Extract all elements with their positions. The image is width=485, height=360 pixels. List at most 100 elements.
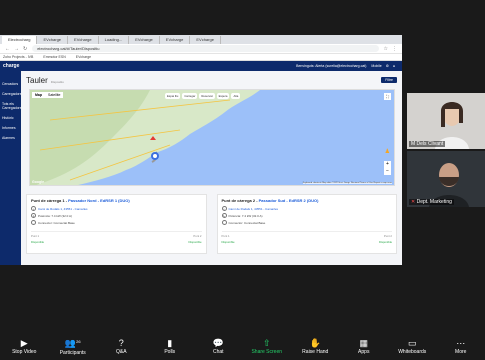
more-icon: ⋯: [456, 338, 466, 348]
legend-chip[interactable]: Espai Iliu: [165, 93, 181, 99]
shared-screen: Electrocharg EVcharge EVcharge Loading..…: [0, 35, 402, 265]
share-screen-icon: ⇧: [262, 338, 271, 348]
legend-chip[interactable]: Alta: [231, 93, 241, 99]
reload-icon[interactable]: ↻: [23, 46, 27, 52]
card-title-link[interactable]: Passador Sud - EdRSR 2 (DUO): [259, 198, 319, 203]
menu-icon[interactable]: ⋮: [392, 46, 397, 52]
browser-tab-strip: Electrocharg EVcharge EVcharge Loading..…: [0, 35, 402, 44]
zoom-meeting-window: Electrocharg EVcharge EVcharge Loading..…: [0, 0, 485, 360]
mic-muted-icon: ✕: [411, 199, 416, 205]
card-address: • Camí de Rodals 1, 43551 - Camarles: [221, 206, 393, 211]
sidebar-item[interactable]: Alarmes: [0, 133, 21, 143]
more-button[interactable]: ⋯ More: [437, 338, 485, 360]
participants-icon: 👥26: [64, 338, 81, 348]
participant-tile[interactable]: electric M Dels Clivant: [407, 93, 485, 149]
share-screen-button[interactable]: ⇧ Share Screen: [243, 338, 292, 360]
map-type-satellite[interactable]: Satellite: [45, 92, 63, 98]
card-address: • Camí de Rodals 1, 43551 - Camarles: [31, 206, 202, 211]
bolt-icon: ϟ: [31, 213, 36, 218]
map-type-map[interactable]: Map: [32, 92, 45, 98]
sidebar-item[interactable]: Històric: [0, 113, 21, 123]
zoom-out-icon[interactable]: −: [384, 168, 391, 175]
app-header: charge Benvinguts: Alerta (surelia@elect…: [0, 61, 402, 71]
card-title: Punt de càrrega 2 - Passador Sud - EdRSR…: [221, 198, 319, 203]
pegman-icon[interactable]: ♟: [385, 148, 390, 155]
browser-tab[interactable]: EVcharge: [190, 36, 221, 44]
stop-video-button[interactable]: ▶ Stop Video: [0, 338, 49, 360]
whiteboards-icon: ▭: [407, 338, 417, 348]
polls-button[interactable]: ▮ Polls: [146, 338, 195, 360]
status-badge: Disponible: [188, 240, 202, 244]
bookmark[interactable]: EVcharge: [76, 55, 91, 59]
legend-chip[interactable]: Carregar: [182, 93, 198, 99]
chat-button[interactable]: 💬 Chat: [194, 338, 243, 360]
participant-tile[interactable]: ✕ Dept. Marketing: [407, 151, 485, 207]
legend-chip[interactable]: Reservat: [199, 93, 215, 99]
card-power: ϟ Potència: 7.4 kW (32.0 A): [31, 213, 202, 218]
mobile-button[interactable]: Mobile: [371, 64, 381, 68]
status-badge: Disponible: [221, 240, 235, 244]
card-title-link[interactable]: Passador Nord - EdRSR 1 (DUO): [68, 198, 130, 203]
sidebar-item[interactable]: Tots els Carregadors: [0, 99, 21, 113]
zoom-toolbar: ▶ Stop Video 👥26 Participants ? Q&A ▮ Polls …: [0, 338, 485, 360]
zoom-in-icon[interactable]: +: [384, 161, 391, 168]
browser-tab[interactable]: EVcharge: [160, 36, 191, 44]
settings-icon[interactable]: ⚙: [386, 64, 389, 68]
browser-tab[interactable]: EVcharge: [129, 36, 160, 44]
sidebar-item[interactable]: Informes: [0, 123, 21, 133]
qa-button[interactable]: ? Q&A: [97, 338, 146, 360]
browser-tab[interactable]: EVcharge: [37, 36, 69, 44]
participant-tiles: electric M Dels Clivant ✕ Dept. Marketin…: [407, 93, 485, 209]
main-content: Tauler Dispositiu Filtre Map Satellite E…: [21, 71, 402, 265]
point-label: Punt 2: [193, 234, 202, 238]
sidebar-item[interactable]: Carregadors: [0, 89, 21, 99]
qa-icon: ?: [118, 338, 124, 348]
browser-tab[interactable]: Loading...: [99, 36, 130, 44]
raise-hand-button[interactable]: ✋ Raise Hand: [291, 338, 340, 360]
card-connector: · Connector: Connectat Base: [221, 220, 393, 225]
star-icon[interactable]: ☆: [384, 46, 388, 52]
address-link[interactable]: Camí de Rodals 1, 43551 - Camarles: [229, 207, 279, 211]
fullscreen-icon[interactable]: ⛶: [384, 93, 391, 100]
card-title: Punt de càrrega 1 - Passador Nord - EdRS…: [31, 198, 130, 203]
browser-tab[interactable]: EVcharge: [68, 36, 99, 44]
point-label: Punt 1: [31, 234, 40, 238]
filter-button[interactable]: Filtre: [381, 77, 397, 83]
forward-icon[interactable]: →: [14, 46, 19, 52]
location-icon: •: [31, 206, 36, 211]
bolt-icon: ϟ: [221, 213, 227, 218]
back-icon[interactable]: ←: [5, 46, 10, 52]
map-view[interactable]: Map Satellite Espai Iliu Carregar Reserv…: [29, 89, 395, 186]
map-legend: Espai Iliu Carregar Reservat Espera Alta: [165, 93, 241, 99]
point-label: Punt 1: [221, 234, 230, 238]
apps-button[interactable]: ▦ Apps: [340, 338, 389, 360]
connector-text: Connector: Connectat Base: [228, 220, 266, 225]
points-header: Punt 1 Punt 2: [221, 231, 392, 238]
status-badge: Disponible: [378, 240, 392, 244]
map-attribution: Keyboard shortcuts Map data ©2023 Inst. …: [302, 182, 392, 184]
map-type-control: Map Satellite: [32, 92, 64, 98]
user-icon[interactable]: ●: [393, 64, 395, 68]
participant-name: ✕ Dept. Marketing: [409, 199, 454, 205]
legend-chip[interactable]: Espera: [216, 93, 230, 99]
url-input[interactable]: electrocharg.cat/#/Tauler/Dispositiu: [32, 45, 379, 52]
address-bar-row: ← → ↻ electrocharg.cat/#/Tauler/Disposit…: [0, 44, 402, 54]
point-label: Punt 2: [383, 234, 392, 238]
raise-hand-icon: ✋: [309, 338, 321, 348]
location-icon: •: [221, 206, 227, 211]
participants-button[interactable]: 👥26 Participants: [49, 338, 98, 360]
charger-cards: Punt de càrrega 1 - Passador Nord - EdRS…: [26, 194, 397, 254]
sidebar-item[interactable]: Cercadors: [0, 79, 21, 89]
bookmark[interactable]: Zoho Projects - IVB: [3, 55, 33, 59]
browser-tab[interactable]: Electrocharg: [2, 36, 38, 44]
whiteboards-button[interactable]: ▭ Whiteboards: [388, 338, 437, 360]
points-status: Disponible Disponible: [31, 240, 202, 244]
address-link[interactable]: Camí de Rodals 1, 43551 - Camarles: [38, 207, 88, 211]
page-title: Tauler Dispositiu: [26, 75, 64, 85]
polls-icon: ▮: [167, 338, 173, 348]
charger-card: Punt de càrrega 1 - Passador Nord - EdRS…: [26, 194, 207, 254]
bookmark[interactable]: Emmotor ESN: [43, 55, 65, 59]
plug-icon: ·: [221, 220, 227, 225]
participant-count: 26: [76, 339, 81, 344]
app-logo: charge: [3, 63, 20, 69]
